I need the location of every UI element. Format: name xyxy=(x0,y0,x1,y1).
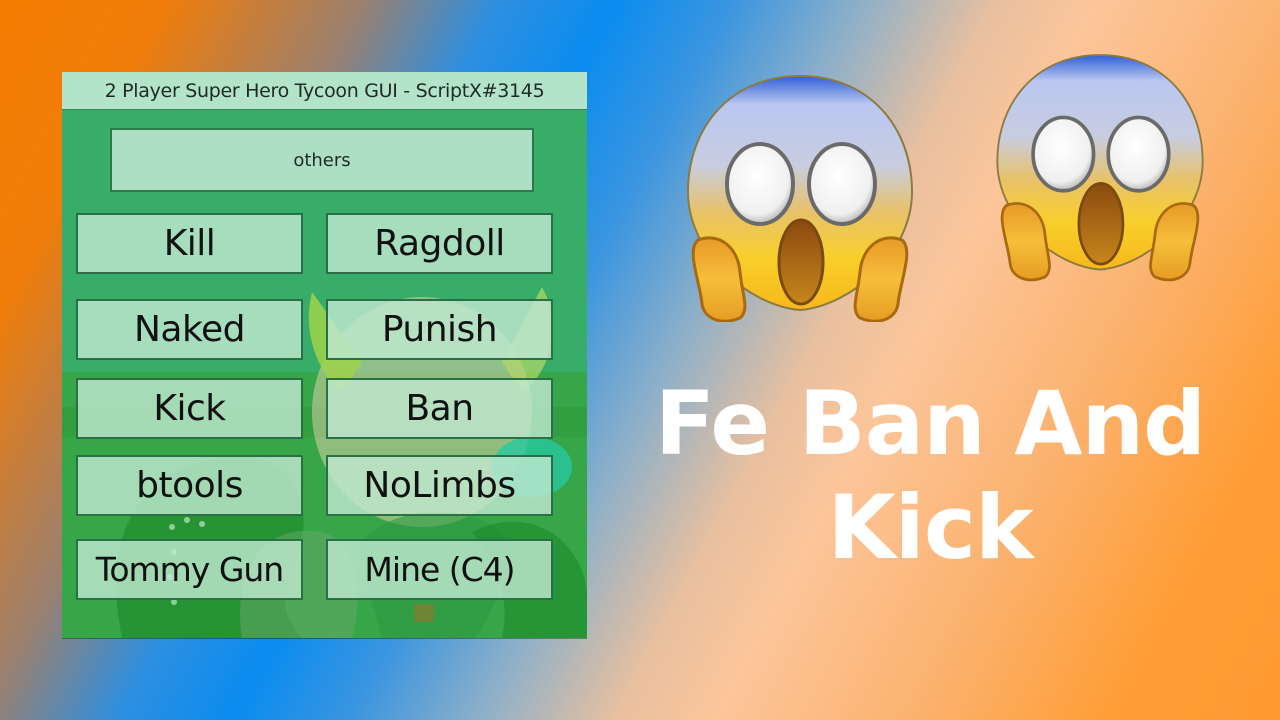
script-gui-window: 2 Player Super Hero Tycoon GUI - ScriptX… xyxy=(62,72,587,638)
headline-line-2: Kick xyxy=(827,476,1033,579)
others-tab-button[interactable]: others xyxy=(110,128,534,192)
ragdoll-button-label: Ragdoll xyxy=(374,223,505,264)
others-tab-label: others xyxy=(293,149,351,171)
gui-title-bar[interactable]: 2 Player Super Hero Tycoon GUI - ScriptX… xyxy=(62,72,587,110)
headline-line-1: Fe Ban And xyxy=(654,372,1206,475)
screaming-face-emoji-icon xyxy=(996,54,1204,282)
btools-button-label: btools xyxy=(136,465,243,506)
kick-button[interactable]: Kick xyxy=(76,378,303,439)
gui-title: 2 Player Super Hero Tycoon GUI - ScriptX… xyxy=(104,79,545,102)
ragdoll-button[interactable]: Ragdoll xyxy=(326,213,553,274)
mine-c4-button[interactable]: Mine (C4) xyxy=(326,539,553,600)
headline-text: Fe Ban And Kick xyxy=(630,372,1230,580)
ban-button-label: Ban xyxy=(405,388,474,429)
nolimbs-button[interactable]: NoLimbs xyxy=(326,455,553,516)
kill-button-label: Kill xyxy=(163,223,216,264)
tommy-gun-button[interactable]: Tommy Gun xyxy=(76,539,303,600)
naked-button[interactable]: Naked xyxy=(76,299,303,360)
kill-button[interactable]: Kill xyxy=(76,213,303,274)
punish-button-label: Punish xyxy=(381,309,498,350)
screaming-face-emoji-icon xyxy=(686,74,914,322)
tommy-gun-button-label: Tommy Gun xyxy=(95,550,284,589)
punish-button[interactable]: Punish xyxy=(326,299,553,360)
naked-button-label: Naked xyxy=(133,309,246,350)
mine-c4-button-label: Mine (C4) xyxy=(364,550,515,589)
btools-button[interactable]: btools xyxy=(76,455,303,516)
nolimbs-button-label: NoLimbs xyxy=(363,465,516,506)
kick-button-label: Kick xyxy=(153,388,226,429)
ban-button[interactable]: Ban xyxy=(326,378,553,439)
